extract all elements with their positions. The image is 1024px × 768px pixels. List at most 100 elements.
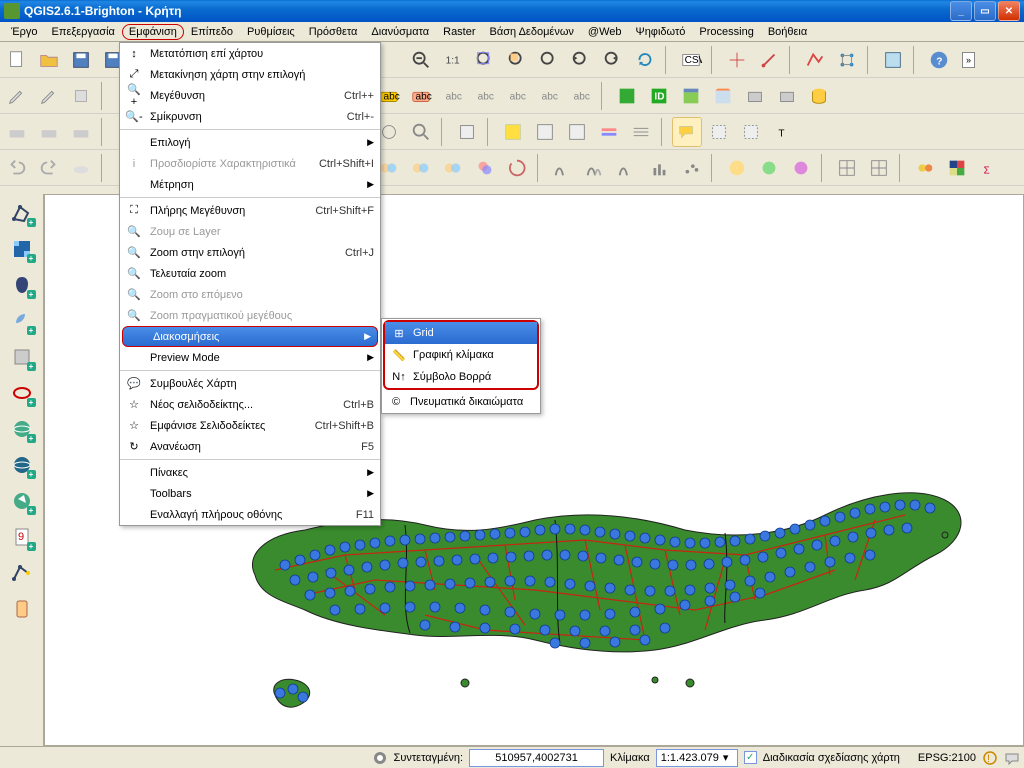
redo-button[interactable] — [34, 153, 64, 183]
edit-tool-3[interactable] — [66, 81, 96, 111]
decorations-item[interactable]: ©Πνευματικά δικαιώματα — [382, 391, 540, 413]
row3-btn-11[interactable] — [626, 117, 656, 147]
plugin-4[interactable] — [708, 81, 738, 111]
chart-tool-1[interactable] — [548, 153, 578, 183]
checker-tool[interactable] — [942, 153, 972, 183]
view-menu-item[interactable]: 🔍-ΣμίκρυνσηCtrl+- — [120, 106, 380, 127]
tool-t3[interactable] — [800, 45, 830, 75]
geo-tool-4[interactable] — [470, 153, 500, 183]
menu-επεξεργασία[interactable]: Επεξεργασία — [45, 24, 122, 40]
view-menu-item[interactable]: ⤢Μετακίνηση χάρτη στην επιλογή — [120, 64, 380, 85]
label-abc-3[interactable]: abc — [438, 81, 468, 111]
row3-btn-8[interactable] — [530, 117, 560, 147]
chart-tool-4[interactable] — [644, 153, 674, 183]
view-menu-item[interactable]: 💬Συμβουλές Χάρτη — [120, 373, 380, 394]
misc-tool-2[interactable] — [754, 153, 784, 183]
coord-field[interactable]: 510957,4002731 — [469, 749, 604, 767]
close-button[interactable]: ✕ — [998, 1, 1020, 21]
add-wcs-button[interactable]: + — [7, 450, 37, 480]
view-menu-item[interactable]: 🔍+ΜεγέθυνσηCtrl++ — [120, 85, 380, 106]
plugin-5[interactable] — [740, 81, 770, 111]
label-abc-6[interactable]: abc — [534, 81, 564, 111]
open-project-button[interactable] — [34, 45, 64, 75]
label-abc-5[interactable]: abc — [502, 81, 532, 111]
geo-tool-5[interactable] — [502, 153, 532, 183]
view-menu-item[interactable]: 🔍Τελευταία zoom — [120, 263, 380, 284]
row4-btn-3[interactable] — [66, 153, 96, 183]
text-tool-button[interactable]: T — [768, 117, 798, 147]
gps-button[interactable] — [7, 594, 37, 624]
plugin-3[interactable] — [676, 81, 706, 111]
srs-label[interactable]: EPSG:2100 — [918, 752, 976, 764]
label-abc-7[interactable]: abc — [566, 81, 596, 111]
zoom-11-button[interactable]: 1:1 — [438, 45, 468, 75]
save-button[interactable] — [66, 45, 96, 75]
menu-πρόσθετα[interactable]: Πρόσθετα — [302, 24, 365, 40]
zoom-out-button[interactable] — [406, 45, 436, 75]
tool-t1[interactable] — [722, 45, 752, 75]
toggle-extent-icon[interactable] — [372, 750, 388, 766]
maximize-button[interactable]: ▭ — [974, 1, 996, 21]
view-menu-item[interactable]: ↕Μετατόπιση επί χάρτου — [120, 43, 380, 64]
zoom-full-button[interactable] — [470, 45, 500, 75]
csw-button[interactable]: CSW — [676, 45, 706, 75]
render-checkbox[interactable]: ✓ — [744, 751, 757, 764]
help-arrow[interactable]: » — [962, 52, 975, 68]
menu-raster[interactable]: Raster — [436, 24, 482, 40]
row3-btn-2[interactable] — [34, 117, 64, 147]
new-vector-button[interactable] — [7, 558, 37, 588]
view-menu-item[interactable]: Μέτρηση▶ — [120, 174, 380, 195]
view-menu-item[interactable]: ↻ΑνανέωσηF5 — [120, 436, 380, 457]
row3-btn-1[interactable] — [2, 117, 32, 147]
view-menu-item[interactable]: Toolbars▶ — [120, 483, 380, 504]
menu-βοήθεια[interactable]: Βοήθεια — [761, 24, 814, 40]
srs-icon[interactable]: ! — [982, 750, 998, 766]
geo-tool-2[interactable] — [406, 153, 436, 183]
grid-tool-2[interactable] — [864, 153, 894, 183]
zoom-layer-button[interactable] — [534, 45, 564, 75]
row3-btn-5[interactable] — [406, 117, 436, 147]
row3-btn-14[interactable] — [736, 117, 766, 147]
view-menu-item[interactable]: Πίνακες▶ — [120, 462, 380, 483]
sigma-tool[interactable]: Σ — [974, 153, 1004, 183]
label-abc-4[interactable]: abc — [470, 81, 500, 111]
zoom-next-button[interactable] — [598, 45, 628, 75]
zoom-selection-button[interactable] — [502, 45, 532, 75]
add-csv-button[interactable]: 9+ — [7, 522, 37, 552]
menu-βάση δεδομένων[interactable]: Βάση Δεδομένων — [483, 24, 581, 40]
add-vector-button[interactable]: + — [7, 198, 37, 228]
row3-btn-6[interactable] — [452, 117, 482, 147]
menu-processing[interactable]: Processing — [692, 24, 760, 40]
add-oracle-button[interactable]: + — [7, 378, 37, 408]
menu-διανύσματα[interactable]: Διανύσματα — [364, 24, 436, 40]
menu-εμφάνιση[interactable]: Εμφάνιση — [122, 24, 184, 40]
new-project-button[interactable] — [2, 45, 32, 75]
messages-icon[interactable] — [1004, 750, 1020, 766]
view-menu-item[interactable]: Επιλογή▶ — [120, 132, 380, 153]
add-wfs-button[interactable]: + — [7, 486, 37, 516]
minimize-button[interactable]: _ — [950, 1, 972, 21]
row3-btn-3[interactable] — [66, 117, 96, 147]
view-menu-item[interactable]: Διακοσμήσεις▶ — [122, 326, 378, 347]
plugin-2[interactable]: ID — [644, 81, 674, 111]
row3-btn-9[interactable] — [562, 117, 592, 147]
chart-tool-3[interactable] — [612, 153, 642, 183]
add-spatialite-button[interactable]: + — [7, 306, 37, 336]
edit-tool-2[interactable] — [34, 81, 64, 111]
decorations-item[interactable]: 📏Γραφική κλίμακα — [385, 344, 537, 366]
label-abc-2[interactable]: abc — [406, 81, 436, 111]
help-button[interactable]: ? — [924, 45, 954, 75]
row3-btn-10[interactable] — [594, 117, 624, 147]
row3-btn-7[interactable] — [498, 117, 528, 147]
decorations-item[interactable]: N↑Σύμβολο Βορρά — [385, 366, 537, 388]
view-menu-item[interactable]: 🔍Ζοοm στην επιλογήCtrl+J — [120, 242, 380, 263]
view-menu-item[interactable]: Εναλλαγή πλήρους οθόνηςF11 — [120, 504, 380, 525]
plugin-1[interactable] — [612, 81, 642, 111]
tool-t5[interactable] — [878, 45, 908, 75]
misc-tool-1[interactable] — [722, 153, 752, 183]
add-postgis-button[interactable]: + — [7, 270, 37, 300]
misc-tool-3[interactable] — [786, 153, 816, 183]
chart-tool-2[interactable] — [580, 153, 610, 183]
grid-tool-1[interactable] — [832, 153, 862, 183]
view-menu-item[interactable]: ⛶Πλήρης ΜεγέθυνσηCtrl+Shift+F — [120, 200, 380, 221]
